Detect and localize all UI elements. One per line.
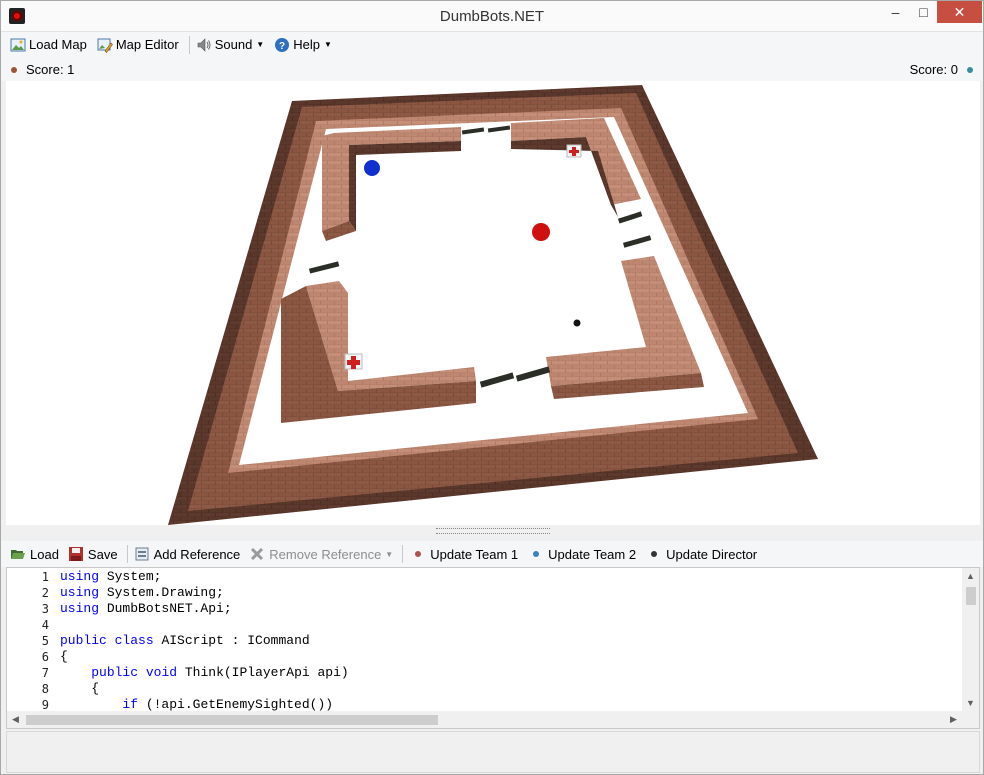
game-viewport[interactable] <box>6 81 980 525</box>
team1-dot-icon <box>415 551 422 557</box>
code-line: { <box>60 681 100 696</box>
splitter-grip[interactable] <box>436 528 550 534</box>
sound-label: Sound <box>214 37 253 52</box>
health-pack-icon <box>566 144 582 158</box>
code-line: public class AIScript : ICommand <box>60 633 310 648</box>
close-button[interactable]: ✕ <box>937 1 982 23</box>
help-icon: ? <box>275 37 290 52</box>
code-text[interactable]: using System; using System.Drawing; using … <box>60 569 349 713</box>
line-number: 4 <box>41 618 49 632</box>
vertical-scrollbar[interactable]: ▲ ▼ <box>962 568 979 712</box>
speaker-icon <box>197 37 211 52</box>
code-line: using System.Drawing; <box>60 585 224 600</box>
code-editor[interactable]: 1 2 3 4 5 6 7 8 9 using System; using Sys… <box>6 567 980 729</box>
remove-reference-label: Remove Reference <box>269 546 382 562</box>
scroll-right-icon[interactable]: ▶ <box>945 711 962 728</box>
remove-reference-button[interactable]: Remove Reference ▼ <box>246 543 396 565</box>
save-label: Save <box>87 546 118 562</box>
scrollbar-corner <box>962 711 979 728</box>
line-number: 5 <box>41 634 49 648</box>
update-director-button[interactable]: Update Director <box>642 543 760 565</box>
line-number: 7 <box>41 666 49 680</box>
separator <box>126 545 128 563</box>
separator <box>188 35 190 54</box>
panel-splitter[interactable] <box>1 525 983 538</box>
vertical-scroll-thumb[interactable] <box>966 587 976 605</box>
scroll-up-icon[interactable]: ▲ <box>962 568 979 585</box>
score-bar: Score: 1 Score: 0 <box>1 57 983 81</box>
scroll-left-icon[interactable]: ◀ <box>7 711 24 728</box>
save-script-button[interactable]: Save <box>65 543 121 565</box>
code-line: using System; <box>60 569 162 584</box>
help-dropdown[interactable]: ? Help ▼ <box>271 34 335 56</box>
open-folder-icon <box>11 550 25 559</box>
scroll-down-icon[interactable]: ▼ <box>962 695 979 712</box>
window-title: DumbBots.NET <box>439 8 545 25</box>
add-reference-icon <box>135 547 149 561</box>
update-team1-label: Update Team 1 <box>430 546 519 562</box>
sound-dropdown[interactable]: Sound ▼ <box>193 34 268 56</box>
main-toolbar: Load Map Map Editor Sound ▼ ? Help ▼ <box>1 32 983 57</box>
update-director-label: Update Director <box>666 546 758 562</box>
red-bot[interactable] <box>532 223 550 241</box>
line-number-gutter: 1 2 3 4 5 6 7 8 9 <box>7 569 49 713</box>
help-label: Help <box>293 37 320 52</box>
code-line: using DumbBotsNET.Api; <box>60 601 232 616</box>
director-dot-icon <box>651 551 658 557</box>
line-number: 2 <box>41 586 49 600</box>
save-disk-icon <box>68 547 83 561</box>
horizontal-scrollbar[interactable]: ◀ ▶ <box>7 711 962 728</box>
chevron-down-icon: ▼ <box>256 40 265 49</box>
team2-score-label: Score: 0 <box>909 62 958 77</box>
code-line: { <box>60 649 68 664</box>
maximize-button[interactable]: □ <box>909 1 938 23</box>
load-script-button[interactable]: Load <box>7 543 62 565</box>
add-reference-button[interactable]: Add Reference <box>131 543 244 565</box>
team2-dot-icon <box>533 551 540 557</box>
map-edit-icon <box>97 38 113 53</box>
health-pack-icon <box>344 353 363 370</box>
update-team2-label: Update Team 2 <box>548 546 637 562</box>
chevron-down-icon: ▼ <box>385 549 394 559</box>
code-line: public void Think(IPlayerApi api) <box>91 665 349 680</box>
load-label: Load <box>30 546 59 562</box>
team2-indicator-icon <box>967 66 973 73</box>
line-number: 8 <box>41 682 49 696</box>
blue-bot[interactable] <box>364 160 380 176</box>
main-window: DumbBots.NET – □ ✕ Load Map Map Editor S… <box>0 0 984 775</box>
svg-text:?: ? <box>279 41 285 52</box>
map-editor-button[interactable]: Map Editor <box>94 34 182 56</box>
map-editor-label: Map Editor <box>115 37 179 52</box>
update-team2-button[interactable]: Update Team 2 <box>524 543 639 565</box>
team1-score: Score: 1 <box>11 62 74 77</box>
horizontal-scroll-thumb[interactable] <box>26 715 438 725</box>
team2-score: Score: 0 <box>910 62 973 77</box>
load-map-label: Load Map <box>29 37 87 52</box>
output-panel <box>6 731 980 773</box>
team1-indicator-icon <box>11 66 17 73</box>
line-number: 1 <box>41 570 49 584</box>
chevron-down-icon: ▼ <box>323 40 332 49</box>
team1-score-label: Score: 1 <box>26 62 75 77</box>
bullet <box>573 319 581 327</box>
title-bar: DumbBots.NET – □ ✕ <box>1 1 983 32</box>
minimize-button[interactable]: – <box>881 1 910 23</box>
line-number: 3 <box>41 602 49 616</box>
remove-x-icon <box>251 547 264 561</box>
line-number: 6 <box>41 650 49 664</box>
map-image-icon <box>10 38 26 51</box>
arena-scene <box>168 85 818 525</box>
update-team1-button[interactable]: Update Team 1 <box>406 543 521 565</box>
add-reference-label: Add Reference <box>153 546 241 562</box>
separator <box>402 545 404 563</box>
script-toolbar: Load Save Add Reference Remove Reference… <box>1 541 983 567</box>
load-map-button[interactable]: Load Map <box>7 34 90 56</box>
